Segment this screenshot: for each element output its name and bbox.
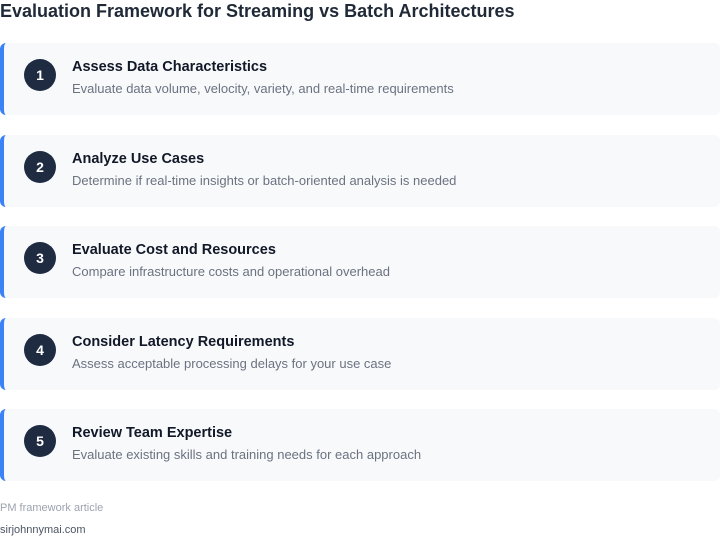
footer-source-link[interactable]: sirjohnnymai.com <box>0 524 86 537</box>
step-card: 5 Review Team Expertise Evaluate existin… <box>0 409 720 482</box>
step-number-badge: 5 <box>24 425 56 458</box>
step-number-badge: 1 <box>24 59 56 91</box>
step-title: Assess Data Characteristics <box>72 59 268 75</box>
step-title: Consider Latency Requirements <box>72 333 295 350</box>
step-number-badge: 4 <box>24 333 56 366</box>
step-title: Evaluate Cost and Resources <box>72 242 276 259</box>
step-title: Analyze Use Cases <box>72 150 205 167</box>
step-description: Determine if real-time insights or batch… <box>72 172 457 188</box>
step-number-badge: 2 <box>24 150 56 183</box>
step-number-badge: 3 <box>24 242 56 275</box>
step-description: Evaluate existing skills and training ne… <box>72 447 422 463</box>
step-card: 3 Evaluate Cost and Resources Compare in… <box>0 226 720 299</box>
step-title: Review Team Expertise <box>72 425 233 442</box>
step-text: Analyze Use Cases Determine if real-time… <box>72 151 708 188</box>
step-card: 4 Consider Latency Requirements Assess a… <box>0 317 720 390</box>
page-title: Evaluation Framework for Streaming vs Ba… <box>0 1 515 21</box>
step-card: 1 Assess Data Characteristics Evaluate d… <box>0 43 720 115</box>
step-card: 2 Analyze Use Cases Determine if real-ti… <box>0 134 720 207</box>
steps-list: 1 Assess Data Characteristics Evaluate d… <box>0 43 720 501</box>
step-description: Assess acceptable processing delays for … <box>72 355 392 371</box>
footer-caption: PM framework article <box>0 502 104 514</box>
step-description: Compare infrastructure costs and operati… <box>72 264 390 280</box>
step-text: Review Team Expertise Evaluate existing … <box>72 425 708 462</box>
step-text: Evaluate Cost and Resources Compare infr… <box>72 242 708 279</box>
step-description: Evaluate data volume, velocity, variety,… <box>72 81 454 96</box>
step-text: Consider Latency Requirements Assess acc… <box>72 334 708 371</box>
step-text: Assess Data Characteristics Evaluate dat… <box>72 59 708 96</box>
